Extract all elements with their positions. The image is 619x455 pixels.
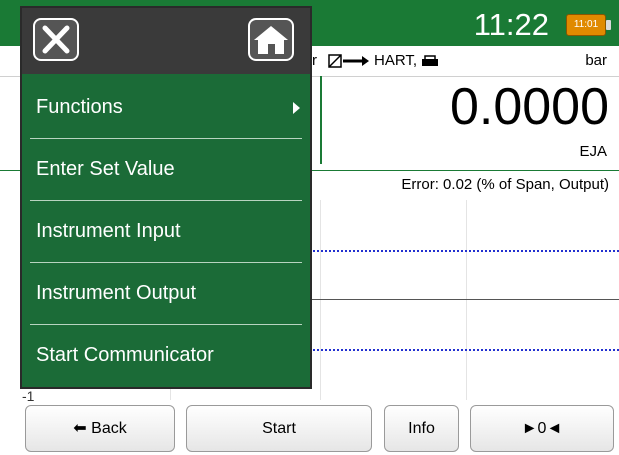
battery-tip (606, 20, 611, 30)
home-icon (254, 26, 288, 54)
menu-item-instrument-output[interactable]: Instrument Output (22, 264, 310, 326)
menu-item-label: Enter Set Value (36, 158, 175, 180)
hart-arrow-icon (328, 53, 369, 68)
hart-indicator: HART, (328, 52, 439, 69)
menu-item-functions[interactable]: Functions (22, 78, 310, 140)
menu-separator (30, 200, 302, 201)
battery-indicator: 11:01 (566, 14, 606, 36)
popup-menu: Functions Enter Set Value Instrument Inp… (20, 6, 312, 389)
menu-item-enter-set-value[interactable]: Enter Set Value (22, 140, 310, 202)
clock: 11:22 (473, 7, 549, 42)
unit-label: bar (585, 52, 607, 69)
menu-item-label: Start Communicator (36, 344, 214, 366)
back-button[interactable]: ⬅ Back (25, 405, 175, 452)
menu-separator (30, 324, 302, 325)
info-button[interactable]: Info (384, 405, 459, 452)
menu-toolbar (22, 8, 310, 74)
instrument-tag: EJA (579, 143, 607, 160)
chevron-right-icon (293, 102, 300, 114)
menu-item-label: Functions (36, 96, 123, 118)
back-label: Back (91, 420, 127, 437)
menu-separator (30, 138, 302, 139)
close-button[interactable] (33, 18, 79, 61)
home-button[interactable] (248, 18, 294, 61)
grid-line (466, 200, 467, 400)
menu-item-start-communicator[interactable]: Start Communicator (22, 326, 310, 388)
close-icon (42, 25, 70, 54)
grid-line (320, 200, 321, 400)
error-label: Error: 0.02 (% of Span, Output) (401, 176, 609, 193)
back-arrow-icon: ⬅ (73, 420, 87, 437)
menu-item-label: Instrument Input (36, 220, 181, 242)
device-icon (422, 54, 439, 66)
menu-item-instrument-input[interactable]: Instrument Input (22, 202, 310, 264)
menu-item-label: Instrument Output (36, 282, 197, 304)
measured-value: 0.0000 (449, 78, 609, 136)
hart-label: HART, (374, 52, 418, 69)
cutoff-text: r (312, 52, 317, 69)
vertical-divider (320, 76, 322, 164)
menu-separator (30, 262, 302, 263)
zero-button[interactable]: ►0◄ (470, 405, 614, 452)
start-button[interactable]: Start (186, 405, 372, 452)
y-tick-label: -1 (22, 388, 35, 404)
